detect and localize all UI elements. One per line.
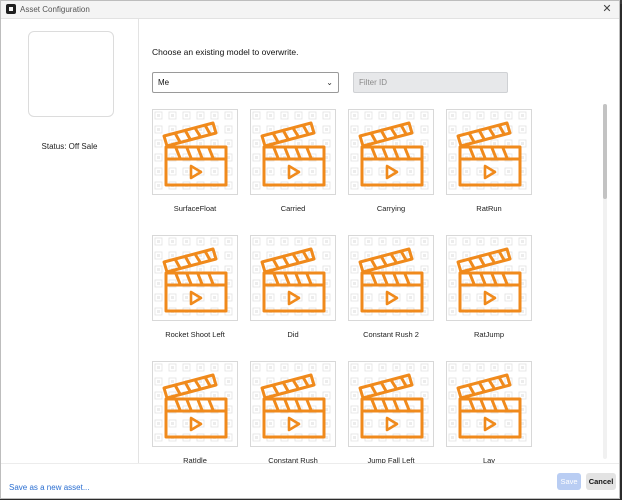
asset-configuration-dialog: Asset Configuration ✕ Status: Off Sale C… [0, 0, 620, 499]
asset-card[interactable]: RatJump [446, 235, 532, 339]
asset-name: RatJump [473, 330, 504, 339]
asset-card[interactable]: SurfaceFloat [152, 109, 238, 213]
asset-name: Carried [280, 204, 306, 213]
sale-status: Status: Off Sale [41, 142, 98, 151]
asset-card[interactable]: Carried [250, 109, 336, 213]
asset-card[interactable]: RatRun [446, 109, 532, 213]
chevron-down-icon: ⌄ [326, 78, 333, 87]
asset-name: Did [287, 330, 299, 339]
asset-card[interactable]: Rocket Shoot Left [152, 235, 238, 339]
clapperboard-icon [446, 235, 532, 321]
clapperboard-icon [348, 109, 434, 195]
scrollbar[interactable] [603, 104, 607, 459]
clapperboard-icon [446, 361, 532, 447]
asset-card[interactable]: Lay [446, 361, 532, 464]
asset-card[interactable]: Did [250, 235, 336, 339]
asset-name: Constant Rush 2 [363, 330, 419, 339]
page-heading: Choose an existing model to overwrite. [152, 47, 299, 57]
asset-grid: SurfaceFloat Carried Carrying RatRun Roc… [139, 109, 599, 464]
asset-card[interactable]: Jump Fall Left [348, 361, 434, 464]
cancel-button[interactable]: Cancel [586, 473, 616, 490]
main-panel: Choose an existing model to overwrite. M… [139, 19, 619, 464]
app-logo-icon [6, 4, 16, 14]
asset-name: Carrying [376, 204, 406, 213]
owner-select[interactable]: Me ⌄ [152, 72, 339, 93]
close-icon[interactable]: ✕ [600, 2, 614, 16]
asset-card[interactable]: RatIdle [152, 361, 238, 464]
dialog-footer: Save as a new asset... Save Cancel [1, 463, 619, 498]
asset-thumbnail-preview [28, 31, 114, 117]
window-title: Asset Configuration [20, 5, 90, 14]
clapperboard-icon [250, 109, 336, 195]
asset-name: Rocket Shoot Left [165, 330, 225, 339]
clapperboard-icon [250, 361, 336, 447]
asset-card[interactable]: Constant Rush [250, 361, 336, 464]
asset-card[interactable]: Constant Rush 2 [348, 235, 434, 339]
owner-select-value: Me [158, 78, 170, 87]
clapperboard-icon [348, 361, 434, 447]
clapperboard-icon [152, 109, 238, 195]
title-bar: Asset Configuration ✕ [1, 1, 619, 19]
clapperboard-icon [152, 235, 238, 321]
sidebar: Status: Off Sale [1, 19, 139, 464]
asset-card[interactable]: Carrying [348, 109, 434, 213]
save-button[interactable]: Save [557, 473, 581, 490]
asset-name: RatRun [476, 204, 502, 213]
clapperboard-icon [152, 361, 238, 447]
clapperboard-icon [348, 235, 434, 321]
save-as-new-asset-link[interactable]: Save as a new asset... [9, 483, 90, 492]
scrollbar-thumb[interactable] [603, 104, 607, 199]
asset-name: SurfaceFloat [173, 204, 217, 213]
filter-id-input[interactable]: Filter ID [353, 72, 508, 93]
clapperboard-icon [250, 235, 336, 321]
clapperboard-icon [446, 109, 532, 195]
